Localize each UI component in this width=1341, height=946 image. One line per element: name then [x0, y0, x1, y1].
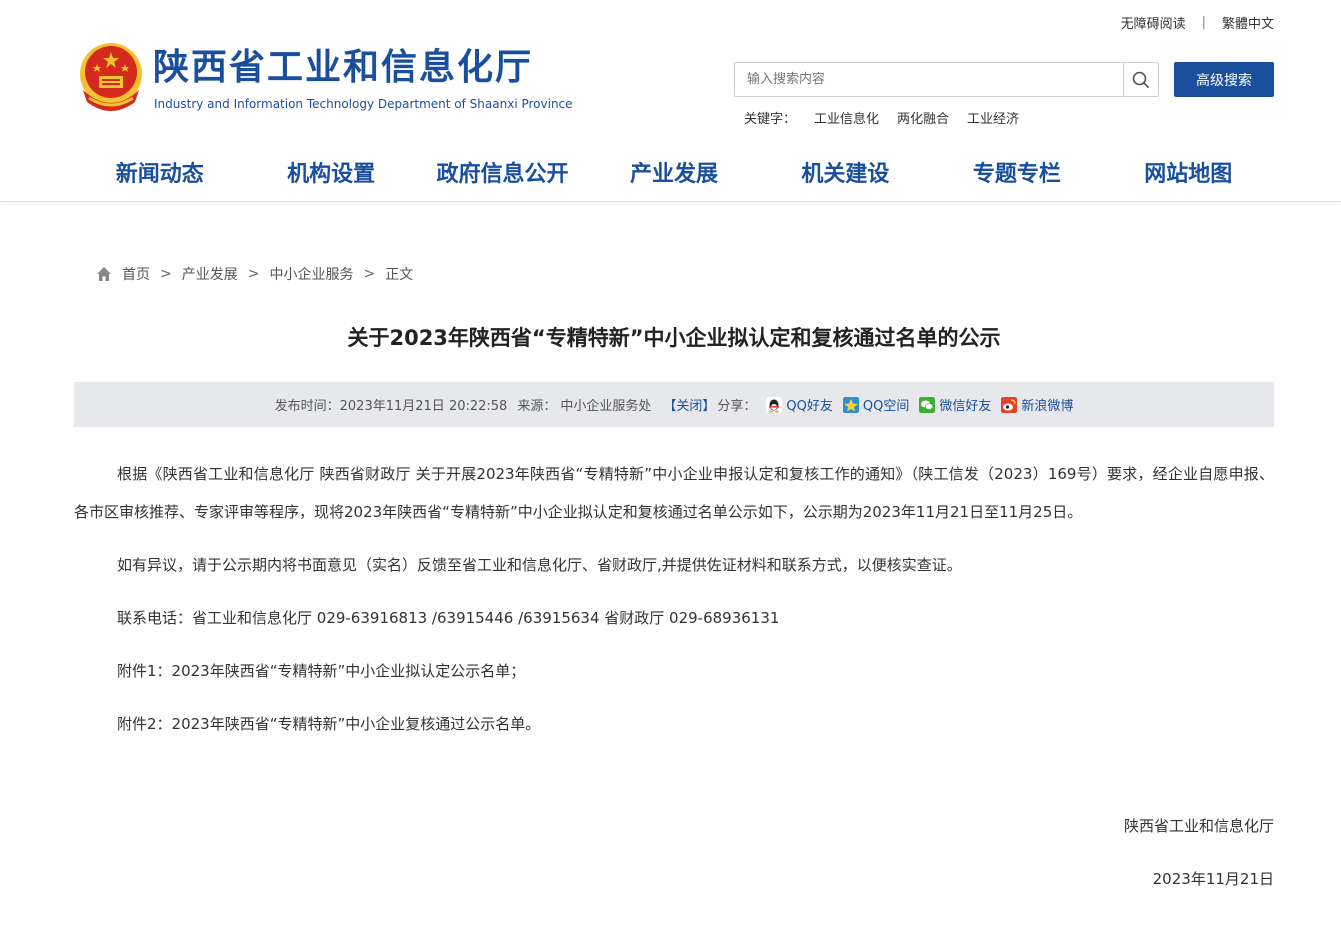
main-nav: 新闻动态 机构设置 政府信息公开 产业发展 机关建设 专题专栏 网站地图 [74, 150, 1274, 200]
article-paragraph: 根据《陕西省工业和信息化厅 陕西省财政厅 关于开展2023年陕西省“专精特新”中… [74, 465, 1274, 521]
article-meta-bar: 发布时间： 2023年11月21日 20:22:58 来源： 中小企业服务处 【… [74, 382, 1274, 427]
nav-item-organization[interactable]: 机构设置 [245, 150, 416, 200]
close-link[interactable]: 【关闭】 [663, 395, 715, 414]
breadcrumb-sme-service[interactable]: 中小企业服务 [269, 264, 353, 284]
accessibility-link[interactable]: 无障碍阅读 [1121, 13, 1186, 32]
breadcrumb-industry[interactable]: 产业发展 [182, 264, 238, 284]
share-qzone[interactable]: QQ空间 [842, 395, 910, 414]
breadcrumb-separator: > [363, 266, 376, 282]
breadcrumb-separator: > [160, 266, 172, 282]
publish-time: 2023年11月21日 20:22:58 [339, 399, 508, 414]
share-label: 分享： [717, 399, 757, 414]
share-wechat-label: 微信好友 [939, 399, 992, 414]
nav-item-sitemap[interactable]: 网站地图 [1103, 150, 1274, 200]
article-title: 关于2023年陕西省“专精特新”中小企业拟认定和复核通过名单的公示 [347, 326, 1001, 350]
keywords-label: 关键字： [744, 112, 797, 127]
nav-item-party-building[interactable]: 机关建设 [760, 150, 931, 200]
search-box [734, 62, 1159, 97]
advanced-search-button[interactable]: 高级搜索 [1174, 62, 1274, 97]
breadcrumb: 首页 > 产业发展 > 中小企业服务 > 正文 [96, 264, 413, 284]
article-signature: 陕西省工业和信息化厅 [1123, 817, 1274, 835]
keyword-link[interactable]: 工业经济 [967, 108, 1019, 127]
article-paragraph: 附件2：2023年陕西省“专精特新”中小企业复核通过公示名单。 [117, 715, 541, 733]
national-emblem-icon[interactable] [75, 40, 147, 116]
article-date: 2023年11月21日 [1152, 870, 1274, 888]
share-qq-friend-label: QQ好友 [786, 399, 833, 414]
breadcrumb-separator: > [247, 266, 260, 282]
publish-label: 发布时间： [274, 399, 340, 414]
share-wechat[interactable]: 微信好友 [919, 395, 991, 414]
source-value: 中小企业服务处 [560, 399, 652, 414]
keyword-link[interactable]: 工业信息化 [814, 108, 879, 127]
search-input[interactable] [735, 63, 1123, 96]
site-header: 无障碍阅读 | 繁體中文 陕西省工业和信息化厅 Industry and Inf… [0, 0, 1341, 202]
search-keywords: 关键字： 工业信息化 两化融合 工业经济 [744, 108, 1019, 127]
article-paragraph: 如有异议，请于公示期内将书面意见（实名）反馈至省工业和信息化厅、省财政厅,并提供… [117, 556, 962, 574]
site-title[interactable]: 陕西省工业和信息化厅 [153, 45, 533, 91]
article-paragraph: 联系电话：省工业和信息化厅 029-63916813 /63915446 /63… [117, 609, 780, 627]
nav-item-special-topics[interactable]: 专题专栏 [931, 150, 1102, 200]
share-qq-friend[interactable]: QQ好友 [766, 395, 833, 414]
top-links: 无障碍阅读 | 繁體中文 [1121, 13, 1274, 32]
site-subtitle: Industry and Information Technology Depa… [154, 97, 573, 111]
qq-icon [766, 396, 783, 413]
weibo-icon [1001, 396, 1018, 413]
nav-item-industry[interactable]: 产业发展 [588, 150, 759, 200]
traditional-chinese-link[interactable]: 繁體中文 [1222, 13, 1274, 32]
share-weibo[interactable]: 新浪微博 [1001, 395, 1073, 414]
nav-item-news[interactable]: 新闻动态 [74, 150, 245, 200]
article-body: 根据《陕西省工业和信息化厅 陕西省财政厅 关于开展2023年陕西省“专精特新”中… [74, 455, 1274, 758]
search-icon [1132, 71, 1150, 88]
top-links-divider: | [1201, 15, 1206, 30]
keyword-link[interactable]: 两化融合 [897, 108, 949, 127]
breadcrumb-current: 正文 [385, 267, 414, 283]
share-qzone-label: QQ空间 [862, 399, 910, 414]
source-label: 来源： [517, 399, 557, 414]
home-icon [97, 267, 111, 281]
share-weibo-label: 新浪微博 [1021, 399, 1074, 414]
qzone-icon [842, 396, 859, 413]
search-button[interactable] [1123, 63, 1158, 96]
nav-item-gov-info[interactable]: 政府信息公开 [417, 150, 588, 200]
wechat-icon [919, 396, 936, 413]
article-paragraph: 附件1：2023年陕西省“专精特新”中小企业拟认定公示名单； [117, 662, 526, 680]
breadcrumb-home[interactable]: 首页 [122, 264, 150, 284]
